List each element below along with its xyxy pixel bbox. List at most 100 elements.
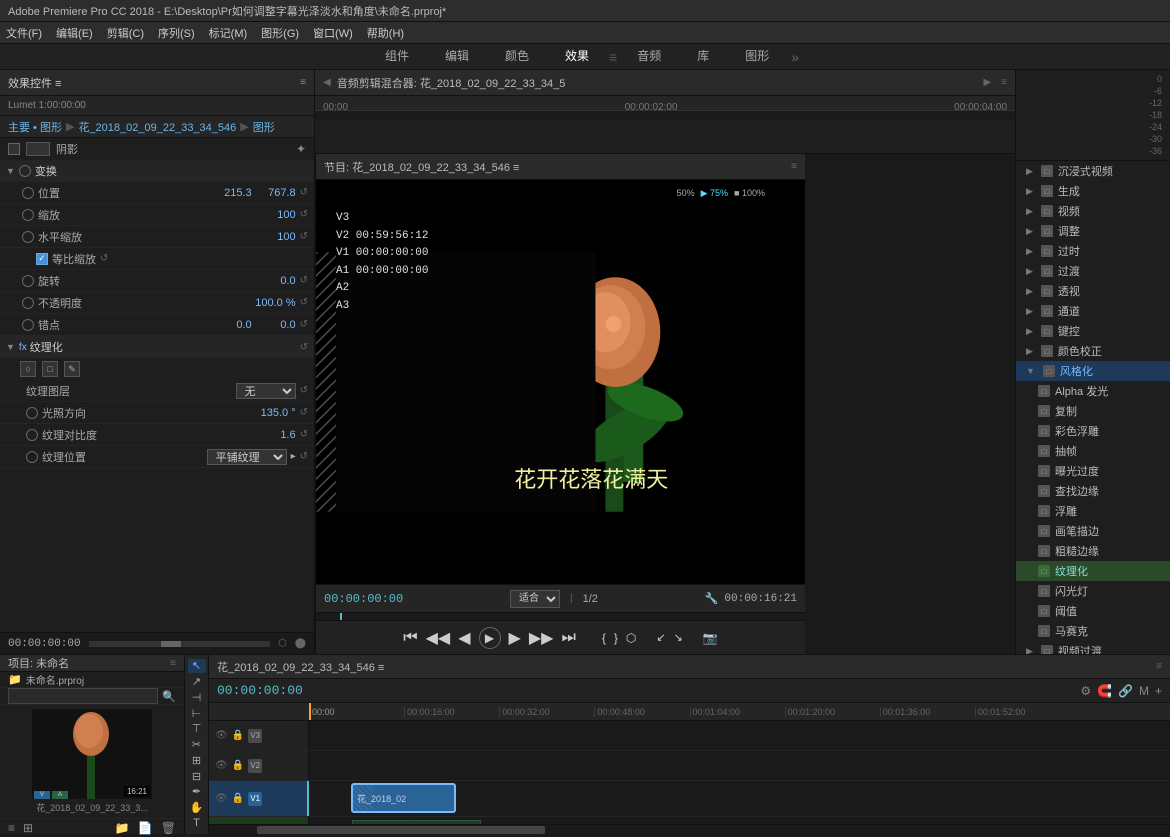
audio-mixer-nav-icon[interactable]: ◀ xyxy=(323,77,331,88)
breadcrumb-main[interactable]: 主要 • 图形 xyxy=(8,119,62,135)
light-value[interactable]: 135.0 ° xyxy=(246,407,296,419)
scale-x-anim-icon[interactable] xyxy=(22,231,34,243)
audio-mixer-menu-icon[interactable]: ≡ xyxy=(1001,77,1007,88)
contrast-value[interactable]: 1.6 xyxy=(246,429,296,441)
tab-edit[interactable]: 编辑 xyxy=(427,43,487,70)
playback-step-fwd[interactable]: ▶ xyxy=(509,628,521,648)
preview-timecode-in[interactable]: 00:00:00:00 xyxy=(324,592,403,606)
tool-razor[interactable]: ✂ xyxy=(188,738,206,752)
audio-mixer-nav-right[interactable]: ▶ xyxy=(983,77,991,88)
shape-pen-btn[interactable]: ✎ xyxy=(64,361,80,377)
effect-strobe[interactable]: □ 闪光灯 xyxy=(1016,581,1170,601)
effect-channel[interactable]: ▶ □ 通道 xyxy=(1016,301,1170,321)
effect-timecode-display[interactable]: 00:00:00:00 xyxy=(8,638,81,650)
v2-vis-icon[interactable]: 👁 xyxy=(215,760,228,771)
timeline-add-track-icon[interactable]: + xyxy=(1155,684,1162,698)
effect-video-transition[interactable]: ▶ □ 视频过渡 xyxy=(1016,641,1170,654)
effect-texturize[interactable]: □ 纹理化 xyxy=(1016,561,1170,581)
project-search-input[interactable] xyxy=(8,688,158,704)
playback-step-fwd5[interactable]: ▶▶ xyxy=(529,628,554,648)
tool-track-select[interactable]: ↗ xyxy=(188,675,206,689)
scale-value[interactable]: 100 xyxy=(246,209,296,221)
tab-audio[interactable]: 音频 xyxy=(619,43,679,70)
effect-emboss[interactable]: □ 浮雕 xyxy=(1016,501,1170,521)
effect-overexpose[interactable]: □ 曝光过度 xyxy=(1016,461,1170,481)
v3-vis-icon[interactable]: 👁 xyxy=(215,730,228,741)
playback-step-back[interactable]: ◀ xyxy=(458,628,470,648)
shadow-color-swatch[interactable] xyxy=(26,142,50,156)
effect-posterize[interactable]: □ 抽帧 xyxy=(1016,441,1170,461)
placement-anim-icon[interactable] xyxy=(26,451,38,463)
effect-video[interactable]: ▶ □ 视频 xyxy=(1016,201,1170,221)
preview-menu-icon[interactable]: ≡ xyxy=(791,161,797,172)
effect-obsolete[interactable]: ▶ □ 过时 xyxy=(1016,241,1170,261)
v3-lock-icon[interactable]: 🔒 xyxy=(232,730,244,741)
breadcrumb-source[interactable]: 花_2018_02_09_22_33_34_546 xyxy=(78,119,236,135)
track-v1-area[interactable]: 花_2018_02 xyxy=(309,781,1170,816)
opacity-value[interactable]: 100.0 % xyxy=(246,297,296,309)
contrast-reset-icon[interactable]: ↺ xyxy=(300,429,308,440)
placement-reset[interactable]: ↺ xyxy=(300,451,308,462)
timeline-settings-icon[interactable]: ⚙ xyxy=(1080,684,1091,698)
v2-settings[interactable]: V2 xyxy=(248,759,262,773)
effect-replicate[interactable]: □ 复制 xyxy=(1016,401,1170,421)
tab-graphics[interactable]: 图形 xyxy=(727,43,787,70)
proportional-checkbox-group[interactable]: ✓ 等比缩放 xyxy=(36,251,96,267)
v2-lock-icon[interactable]: 🔒 xyxy=(232,760,244,771)
tab-library[interactable]: 库 xyxy=(679,43,727,70)
tool-select[interactable]: ↖ xyxy=(188,659,206,673)
tool-rate-stretch[interactable]: ⊤ xyxy=(188,722,206,736)
timeline-menu-icon[interactable]: ≡ xyxy=(1156,661,1162,672)
effect-timeline-scroll[interactable] xyxy=(89,641,270,647)
rotation-value[interactable]: 0.0 xyxy=(246,275,296,287)
playback-in-to-out[interactable]: ⬡ xyxy=(626,631,636,645)
track-v1-clip[interactable]: 花_2018_02 xyxy=(352,784,455,812)
effect-adjust[interactable]: ▶ □ 调整 xyxy=(1016,221,1170,241)
playback-export-frame[interactable]: 📷 xyxy=(703,631,718,645)
menu-sequence[interactable]: 序列(S) xyxy=(158,25,195,41)
playback-overwrite[interactable]: ↘ xyxy=(674,631,683,644)
anchor-anim-icon[interactable] xyxy=(22,319,34,331)
placement-dropdown[interactable]: 平铺纹理 xyxy=(207,449,287,465)
preview-fit-select[interactable]: 适合 xyxy=(510,590,560,608)
v3-settings[interactable]: V3 xyxy=(248,729,262,743)
effect-color-emboss[interactable]: □ 彩色浮雕 xyxy=(1016,421,1170,441)
transform-anim-icon[interactable] xyxy=(19,165,31,177)
effect-stylize[interactable]: ▼ □ 风格化 xyxy=(1016,361,1170,381)
shape-square-btn[interactable]: □ xyxy=(42,361,58,377)
effect-threshold[interactable]: □ 阈值 xyxy=(1016,601,1170,621)
anchor-reset-icon[interactable]: ↺ xyxy=(300,319,308,330)
timeline-linked-icon[interactable]: 🔗 xyxy=(1118,684,1133,698)
tab-color[interactable]: 颜色 xyxy=(487,43,547,70)
more-tabs-icon[interactable]: » xyxy=(787,49,803,65)
timeline-markers-icon[interactable]: M xyxy=(1139,684,1149,698)
v1-lock-icon[interactable]: 🔒 xyxy=(232,793,244,804)
project-grid-icon[interactable]: ⊞ xyxy=(21,819,35,837)
light-reset-icon[interactable]: ↺ xyxy=(300,407,308,418)
project-list-icon[interactable]: ≡ xyxy=(6,819,17,837)
effect-alpha-glow[interactable]: □ Alpha 发光 xyxy=(1016,381,1170,401)
effect-find-edges[interactable]: □ 查找边缘 xyxy=(1016,481,1170,501)
effect-roughen-edges[interactable]: □ 粗糙边缘 xyxy=(1016,541,1170,561)
rotation-anim-icon[interactable] xyxy=(22,275,34,287)
opacity-reset-icon[interactable]: ↺ xyxy=(300,297,308,308)
texture-section-header[interactable]: ▼ fx 纹理化 ↺ xyxy=(0,336,314,358)
light-anim-icon[interactable] xyxy=(26,407,38,419)
proportional-reset[interactable]: ↺ xyxy=(100,253,108,264)
position-y-value[interactable]: 767.8 xyxy=(256,187,296,199)
timeline-scrollbar[interactable] xyxy=(209,824,1170,834)
dropper-icon[interactable]: ✦ xyxy=(296,142,306,156)
anchor-y-value[interactable]: 0.0 xyxy=(256,319,296,331)
position-x-value[interactable]: 215.3 xyxy=(202,187,252,199)
effect-brush-stroke[interactable]: □ 画笔描边 xyxy=(1016,521,1170,541)
tab-effects[interactable]: 效果 xyxy=(547,43,607,70)
v1-settings[interactable]: V1 xyxy=(248,792,262,806)
project-menu-icon[interactable]: ≡ xyxy=(170,658,176,669)
effect-generate[interactable]: ▶ □ 生成 xyxy=(1016,181,1170,201)
playback-insert[interactable]: ↙ xyxy=(656,631,665,644)
playback-mark-next[interactable]: ⏭ xyxy=(561,629,575,647)
effect-expand-icon[interactable]: ⬡ xyxy=(278,638,287,649)
v1-vis-icon[interactable]: 👁 xyxy=(215,793,228,804)
menu-help[interactable]: 帮助(H) xyxy=(367,25,404,41)
shape-circle-btn[interactable]: ○ xyxy=(20,361,36,377)
